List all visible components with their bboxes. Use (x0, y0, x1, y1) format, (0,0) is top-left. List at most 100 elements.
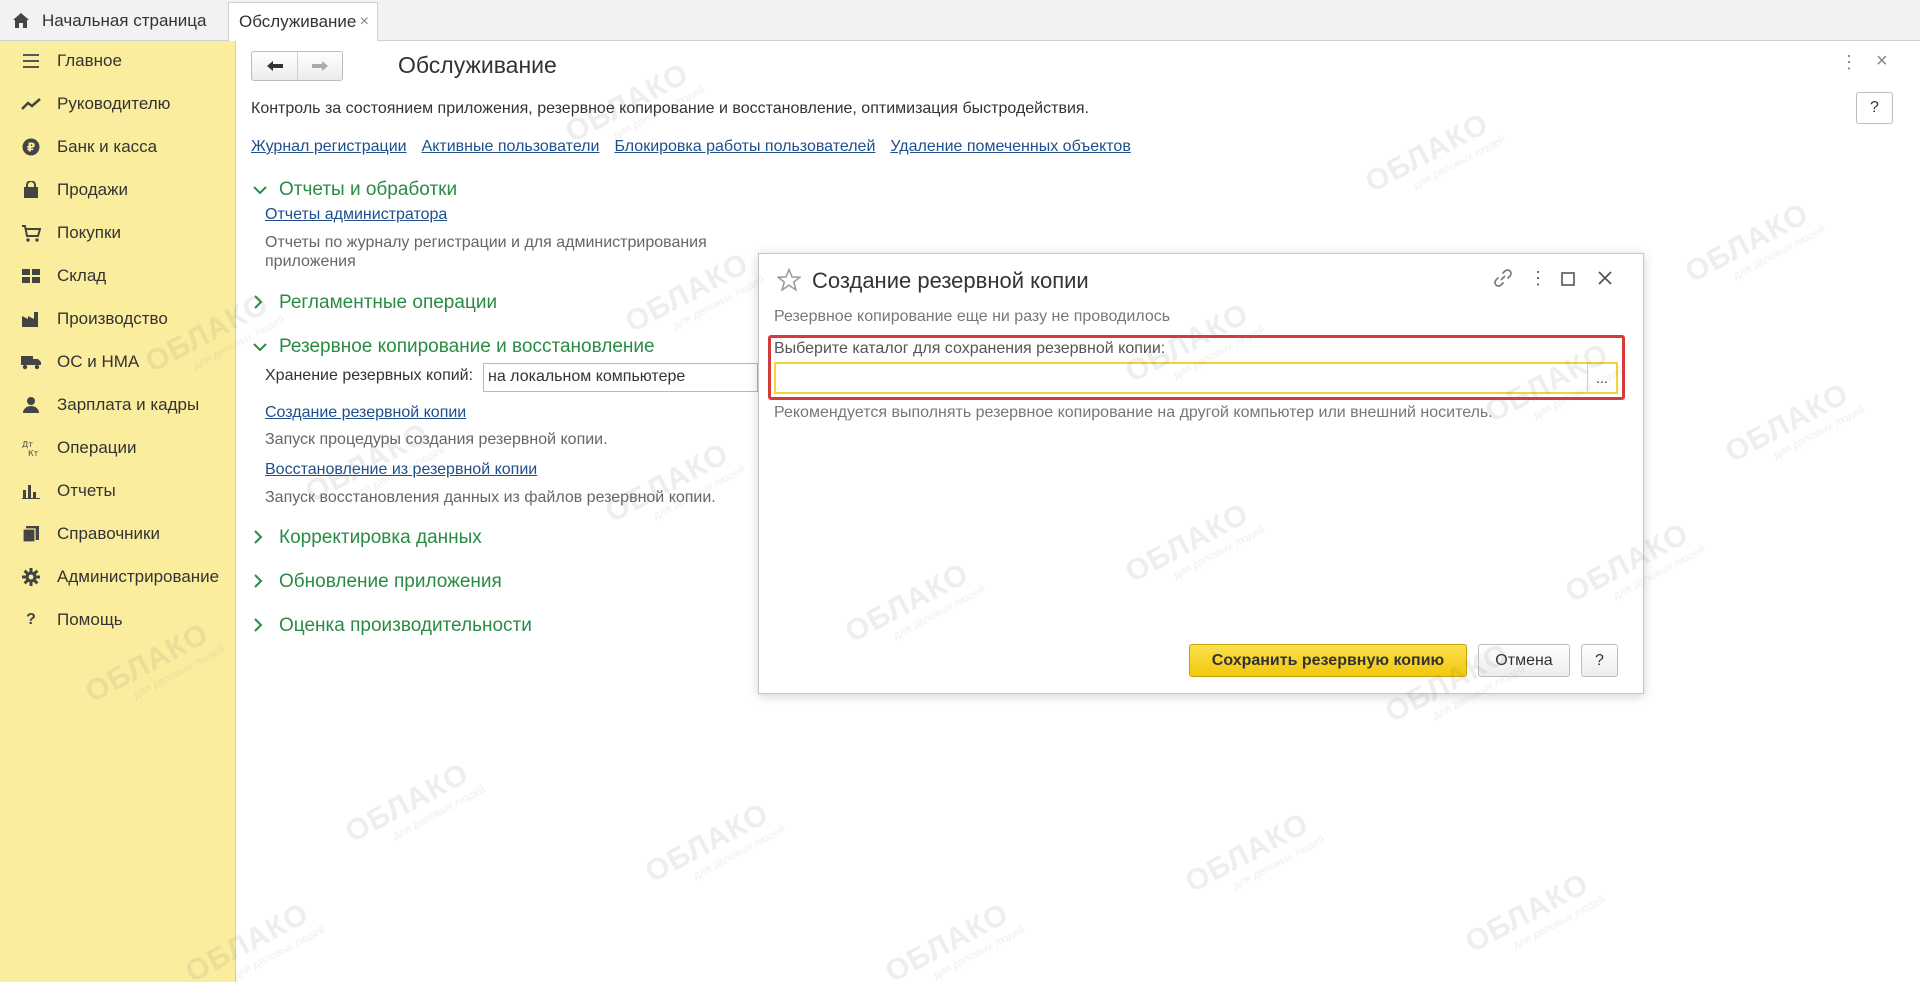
backup-status: Резервное копирование еще ни разу не про… (774, 308, 1171, 325)
tab-home[interactable]: Начальная страница (0, 0, 226, 41)
sidebar-item-reports[interactable]: Отчеты (0, 471, 236, 511)
star-icon[interactable] (775, 267, 803, 296)
sidebar-item-bank[interactable]: ₽ Банк и касса (0, 127, 236, 167)
sidebar-item-label: Продажи (57, 180, 128, 199)
more-actions-icon[interactable]: ⋮ (1529, 268, 1547, 289)
tab-maintenance-label: Обслуживание (239, 12, 357, 31)
close-icon[interactable] (1597, 270, 1613, 291)
browse-button[interactable]: ... (1588, 364, 1616, 392)
tab-maintenance[interactable]: Обслуживание × (228, 2, 378, 41)
link-active-users[interactable]: Активные пользователи (422, 138, 600, 156)
watermark: ОБЛАКОдля деловых людей (880, 896, 1028, 990)
gear-icon (20, 566, 42, 588)
save-backup-button[interactable]: Сохранить резервную копию (1189, 644, 1467, 677)
close-icon[interactable]: × (1876, 50, 1888, 73)
chevron-right-icon (253, 573, 267, 591)
warehouse-icon (20, 265, 42, 287)
storage-select[interactable]: на локальном компьютере (483, 363, 758, 392)
link-delete-marked[interactable]: Удаление помеченных объектов (890, 138, 1130, 156)
section-reports[interactable]: Отчеты и обработки (253, 179, 457, 201)
books-icon (20, 523, 42, 545)
sidebar-item-sales[interactable]: Продажи (0, 170, 236, 210)
svg-text:₽: ₽ (27, 141, 35, 155)
link-event-log[interactable]: Журнал регистрации (251, 138, 407, 156)
page-title: Обслуживание (398, 52, 557, 78)
chevron-right-icon (253, 294, 267, 312)
sidebar-item-manager[interactable]: Руководителю (0, 84, 236, 124)
trend-icon (20, 93, 42, 115)
section-performance[interactable]: Оценка производительности (253, 615, 532, 637)
admin-reports-description: Отчеты по журналу регистрации и для адми… (265, 234, 707, 270)
section-title: Оценка производительности (279, 615, 532, 636)
watermark: ОБЛАКОдля деловых людей (1680, 196, 1828, 290)
page-description: Контроль за состоянием приложения, резер… (251, 100, 1089, 117)
link-user-lock[interactable]: Блокировка работы пользователей (614, 138, 875, 156)
watermark: ОБЛАКОдля деловых людей (340, 756, 488, 850)
sidebar-item-salary[interactable]: Зарплата и кадры (0, 385, 236, 425)
sidebar-item-label: Главное (57, 51, 122, 70)
link-admin-reports[interactable]: Отчеты администратора (265, 206, 447, 224)
chevron-right-icon (253, 529, 267, 547)
sidebar-item-help[interactable]: ? Помощь (0, 600, 236, 640)
arrow-left-icon (266, 61, 283, 71)
bag-icon (20, 179, 42, 201)
back-button[interactable] (252, 52, 297, 80)
restore-backup-description: Запуск восстановления данных из файлов р… (265, 489, 716, 506)
sidebar-item-warehouse[interactable]: Склад (0, 256, 236, 296)
sidebar-item-label: Покупки (57, 223, 121, 242)
maximize-icon[interactable] (1561, 272, 1575, 291)
chevron-right-icon (253, 617, 267, 635)
sidebar-item-operations[interactable]: Дт Кт Операции (0, 428, 236, 468)
menu-icon (20, 50, 42, 72)
link-icon[interactable] (1493, 268, 1513, 293)
sidebar-item-label: Зарплата и кадры (57, 395, 200, 414)
cancel-button[interactable]: Отмена (1478, 644, 1570, 677)
sidebar-item-directories[interactable]: Справочники (0, 514, 236, 554)
directory-input[interactable] (776, 364, 1588, 392)
person-icon (20, 394, 42, 416)
sidebar-item-label: ОС и НМА (57, 352, 140, 371)
backup-dialog: Создание резервной копии ⋮ Резервное коп… (758, 253, 1644, 694)
section-title: Отчеты и обработки (279, 179, 458, 200)
sidebar-item-label: Производство (57, 309, 168, 328)
chevron-down-icon (253, 339, 267, 355)
help-button[interactable]: ? (1856, 92, 1893, 124)
sidebar-item-main[interactable]: Главное (0, 41, 236, 81)
sidebar-item-assets[interactable]: ОС и НМА (0, 342, 236, 382)
quick-links: Журнал регистрации Активные пользователи… (251, 138, 1146, 156)
directory-field: ... (774, 362, 1618, 394)
more-actions-icon[interactable]: ⋮ (1840, 52, 1858, 73)
ruble-icon: ₽ (20, 136, 42, 158)
home-icon (13, 13, 29, 28)
dialog-help-button[interactable]: ? (1581, 644, 1618, 677)
backup-hint: Рекомендуется выполнять резервное копиро… (774, 404, 1493, 421)
section-backup[interactable]: Резервное копирование и восстановление (253, 336, 655, 358)
sidebar-item-label: Склад (57, 266, 107, 285)
link-create-backup[interactable]: Создание резервной копии (265, 404, 466, 422)
watermark: ОБЛАКОдля деловых людей (1180, 806, 1328, 900)
sidebar-item-label: Администрирование (57, 567, 220, 586)
section-scheduled[interactable]: Регламентные операции (253, 292, 497, 314)
bar-chart-icon (20, 480, 42, 502)
section-title: Обновление приложения (279, 571, 502, 592)
cart-icon (20, 222, 42, 244)
sidebar-item-production[interactable]: Производство (0, 299, 236, 339)
section-correction[interactable]: Корректировка данных (253, 527, 482, 549)
chevron-down-icon (253, 182, 267, 198)
sidebar-item-purchases[interactable]: Покупки (0, 213, 236, 253)
sidebar-item-label: Руководителю (57, 94, 171, 113)
dt-kt-icon: Дт Кт (20, 437, 42, 459)
watermark: ОБЛАКОдля деловых людей (1460, 866, 1608, 960)
svg-text:Кт: Кт (28, 449, 39, 457)
watermark: ОБЛАКОдля деловых людей (640, 796, 788, 890)
sidebar-item-label: Банк и касса (57, 137, 158, 156)
section-update[interactable]: Обновление приложения (253, 571, 502, 593)
sidebar-item-administration[interactable]: Администрирование (0, 557, 236, 597)
tab-close-icon[interactable]: × (360, 13, 369, 31)
sidebar-item-label: Помощь (57, 610, 123, 629)
link-restore-backup[interactable]: Восстановление из резервной копии (265, 461, 537, 479)
sidebar: Главное Руководителю ₽ Банк и касса Прод… (0, 41, 236, 982)
watermark: ОБЛАКОдля деловых людей (600, 436, 748, 530)
forward-button[interactable] (297, 52, 342, 80)
question-icon: ? (26, 611, 36, 628)
